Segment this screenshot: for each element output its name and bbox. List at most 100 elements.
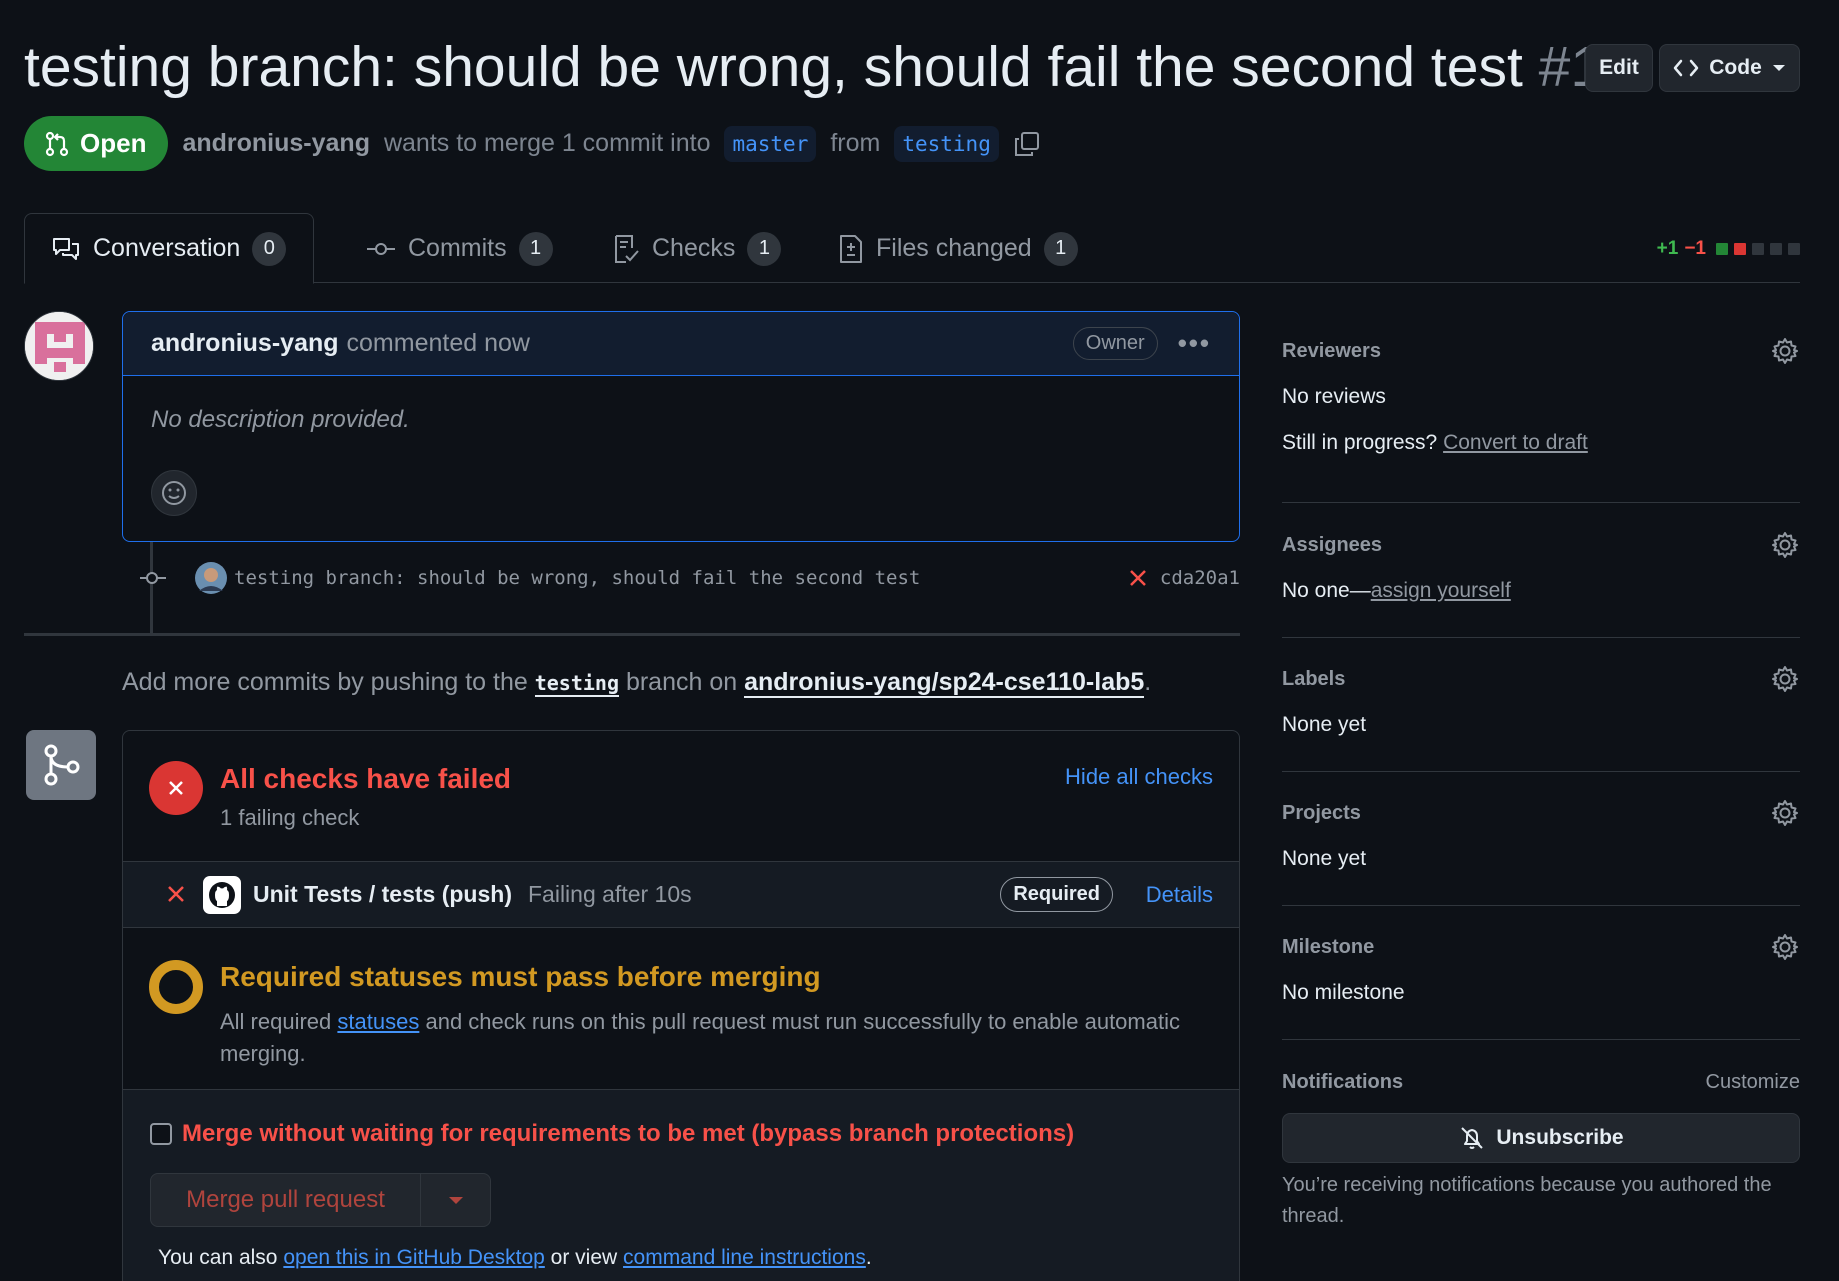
- customize-link[interactable]: Customize: [1706, 1071, 1800, 1094]
- avatar[interactable]: [24, 311, 94, 381]
- sidebar-divider: [1282, 1039, 1800, 1040]
- hide-all-checks-button[interactable]: Hide all checks: [1065, 764, 1213, 790]
- comment-time[interactable]: commented now: [347, 329, 530, 358]
- merge-pull-request-button[interactable]: Merge pull request: [151, 1174, 421, 1226]
- checklist-icon: [615, 234, 639, 263]
- tab-counter: 0: [252, 231, 287, 266]
- checks-summary: All checks have failed 1 failing check H…: [123, 731, 1239, 862]
- tab-counter: 1: [1043, 231, 1078, 266]
- tab-bar: Conversation 0 Commits 1 Checks 1 Files …: [24, 213, 1800, 284]
- cli-instructions-link[interactable]: command line instructions: [623, 1246, 866, 1269]
- comment-author[interactable]: andronius-yang: [151, 329, 339, 358]
- git-merge-icon: [26, 730, 96, 800]
- requirements-title: Required statuses must pass before mergi…: [220, 961, 821, 992]
- gear-icon[interactable]: [1770, 664, 1800, 694]
- required-badge: Required: [1000, 877, 1113, 912]
- timeline-divider: [24, 633, 1240, 636]
- requirements-section: Required statuses must pass before mergi…: [123, 928, 1239, 1090]
- commit-sha[interactable]: cda20a1: [1160, 567, 1240, 589]
- checks-title: All checks have failed: [220, 763, 512, 794]
- statuses-link[interactable]: statuses: [337, 1009, 419, 1034]
- tab-counter: 1: [747, 231, 782, 266]
- check-row: Unit Tests / tests (push) Failing after 1…: [123, 862, 1239, 928]
- owner-badge: Owner: [1072, 327, 1158, 360]
- github-logo-icon: [203, 876, 241, 914]
- github-desktop-link[interactable]: open this in GitHub Desktop: [283, 1246, 544, 1269]
- comment-header: andronius-yang commented now Owner •••: [123, 312, 1239, 376]
- kebab-icon[interactable]: •••: [1178, 328, 1211, 359]
- tab-commits[interactable]: Commits 1: [340, 213, 579, 284]
- additions-count: +1: [1656, 238, 1679, 259]
- chevron-down-icon: [448, 1197, 463, 1204]
- bypass-checkbox[interactable]: [150, 1123, 172, 1145]
- gear-icon[interactable]: [1770, 336, 1800, 366]
- commit-message[interactable]: testing branch: should be wrong, should …: [234, 567, 920, 589]
- comment-discussion-icon: [53, 237, 79, 260]
- commit-row: testing branch: should be wrong, should …: [140, 558, 1240, 598]
- smiley-icon: [162, 481, 186, 505]
- git-commit-icon: [140, 572, 166, 584]
- merge-button-group: Merge pull request: [150, 1173, 491, 1227]
- tab-checks[interactable]: Checks 1: [586, 213, 807, 284]
- sidebar-divider: [1282, 771, 1800, 772]
- tab-files-changed[interactable]: Files changed 1: [812, 213, 1104, 284]
- merge-box: All checks have failed 1 failing check H…: [122, 730, 1240, 1281]
- repo-link[interactable]: andronius-yang/sp24-cse110-lab5: [744, 668, 1145, 698]
- notification-reason: You’re receiving notifications because y…: [1282, 1174, 1772, 1227]
- assign-yourself-link[interactable]: assign yourself: [1371, 579, 1511, 602]
- check-status: Failing after 10s: [528, 881, 692, 907]
- convert-to-draft-link[interactable]: Convert to draft: [1443, 431, 1588, 454]
- sidebar-notifications: Notifications Customize: [1282, 1071, 1800, 1094]
- merge-method-dropdown[interactable]: [421, 1174, 490, 1226]
- edit-button[interactable]: Edit: [1585, 44, 1653, 92]
- comment-box: andronius-yang commented now Owner ••• N…: [122, 311, 1240, 542]
- state-badge: Open: [24, 116, 169, 171]
- assignees-heading: Assignees: [1282, 534, 1383, 556]
- bell-slash-icon: [1461, 1127, 1484, 1149]
- code-icon: [1674, 59, 1699, 77]
- milestone-value: No milestone: [1282, 981, 1405, 1004]
- git-commit-icon: [367, 242, 395, 255]
- diffstat: +1 −1: [1657, 238, 1800, 260]
- copy-icon[interactable]: [1013, 130, 1041, 158]
- pr-title: testing branch: should be wrong, should …: [24, 34, 1602, 100]
- x-circle-icon: [149, 761, 203, 815]
- base-branch[interactable]: master: [724, 125, 817, 162]
- commit-author-avatar[interactable]: [194, 561, 228, 595]
- reviewers-heading: Reviewers: [1282, 340, 1381, 362]
- check-name: Unit Tests / tests (push) Failing after 1…: [253, 881, 692, 907]
- projects-heading: Projects: [1282, 802, 1361, 824]
- details-link[interactable]: Details: [1146, 882, 1213, 908]
- tab-conversation[interactable]: Conversation 0: [24, 213, 314, 284]
- diffstat-block: [1770, 243, 1782, 255]
- gear-icon[interactable]: [1770, 530, 1800, 560]
- add-reaction-button[interactable]: [151, 470, 197, 516]
- labels-value: None yet: [1282, 713, 1367, 736]
- unsubscribe-button[interactable]: Unsubscribe: [1282, 1113, 1800, 1163]
- comment-body: No description provided.: [151, 406, 410, 433]
- code-button[interactable]: Code: [1659, 44, 1800, 92]
- pull-request-icon: [45, 131, 69, 156]
- reviewers-value: No reviews: [1282, 385, 1386, 408]
- gear-icon[interactable]: [1770, 798, 1800, 828]
- diffstat-block: [1752, 243, 1764, 255]
- sidebar-labels: Labels None yet: [1282, 666, 1800, 737]
- assignees-value: No one—assign yourself: [1282, 579, 1511, 602]
- bypass-option[interactable]: Merge without waiting for requirements t…: [150, 1120, 1074, 1148]
- sidebar-assignees: Assignees No one—assign yourself: [1282, 532, 1800, 603]
- head-branch[interactable]: testing: [894, 125, 999, 162]
- gear-icon[interactable]: [1770, 932, 1800, 962]
- pr-author-link[interactable]: andronius-yang: [182, 129, 370, 158]
- from-text: from: [830, 129, 881, 157]
- deletions-count: −1: [1684, 238, 1706, 259]
- alternative-options: You can also open this in GitHub Desktop…: [158, 1246, 872, 1269]
- requirements-text: All required statuses and check runs on …: [220, 1009, 1180, 1066]
- tab-counter: 1: [518, 231, 553, 266]
- hint-branch: testing: [534, 671, 619, 697]
- sidebar-projects: Projects None yet: [1282, 800, 1800, 871]
- draft-prompt: Still in progress? Convert to draft: [1282, 431, 1588, 454]
- file-diff-icon: [840, 234, 862, 263]
- x-icon[interactable]: [1128, 568, 1148, 588]
- pr-title-text: testing branch: should be wrong, should …: [24, 35, 1523, 99]
- merge-action-text: wants to merge 1 commit into: [383, 129, 711, 157]
